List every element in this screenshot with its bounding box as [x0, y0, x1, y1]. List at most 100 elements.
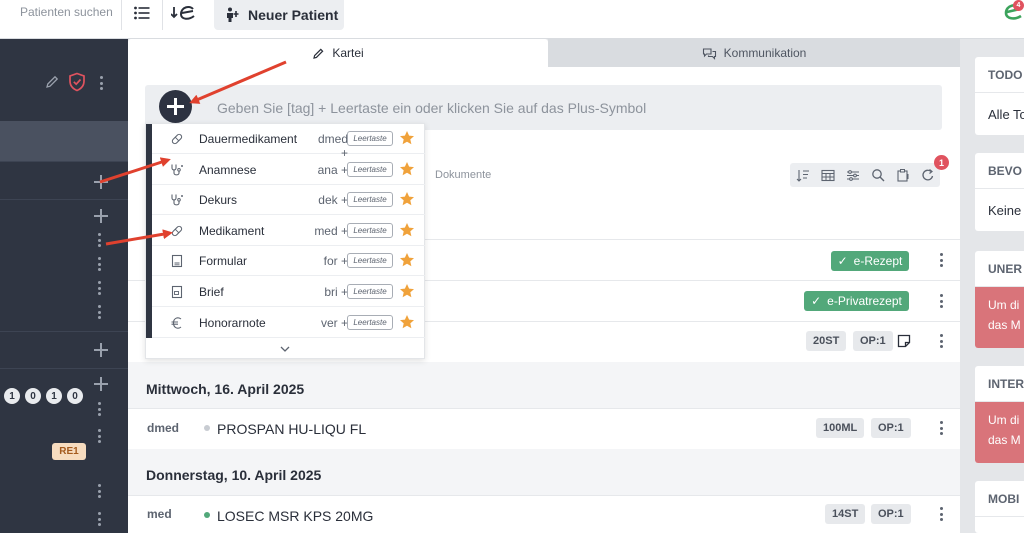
card-title: INTER [975, 366, 1024, 402]
uner-card[interactable]: UNER Um di das M [975, 251, 1024, 348]
list-icon[interactable] [128, 2, 156, 24]
dropdown-item-label: Brief [199, 285, 224, 299]
shield-check-icon[interactable] [68, 72, 86, 92]
card-alert: Um di das M [975, 402, 1024, 463]
status-dot [204, 425, 210, 431]
dropdown-item-shortcut: ana + [317, 162, 348, 177]
add-entry-button[interactable] [159, 90, 192, 123]
card-title: BEVO [975, 153, 1024, 189]
dropdown-item-dauermedikament[interactable]: Dauermedikament dmed + Leertaste [152, 124, 425, 160]
tab-label: Kommunikation [723, 46, 807, 60]
card-title: UNER [975, 251, 1024, 287]
favorite-star-icon[interactable] [399, 314, 415, 330]
divider [121, 0, 122, 30]
tab-kartei[interactable]: Kartei [128, 39, 548, 67]
more-menu-icon[interactable] [98, 257, 102, 271]
documents-label[interactable]: Dokumente [435, 169, 491, 181]
quantity-tag: 14ST [825, 504, 866, 524]
alert-text: das M [988, 433, 1021, 447]
spacebar-key-badge: Leertaste [347, 131, 393, 146]
favorite-star-icon[interactable] [399, 283, 415, 299]
filter-icon[interactable] [840, 163, 865, 187]
status-number: 0 [25, 388, 41, 404]
spacebar-key-badge: Leertaste [347, 222, 393, 238]
dropdown-item-label: Formular [199, 254, 248, 269]
more-menu-icon[interactable] [98, 305, 102, 319]
search-icon[interactable] [865, 163, 890, 187]
dropdown-item-shortcut: ver + [320, 315, 348, 330]
new-patient-button[interactable]: Neuer Patient [214, 0, 344, 30]
pencil-icon [313, 48, 324, 59]
dropdown-item-honorarnote[interactable]: Honorarnote ver + Leertaste [152, 308, 425, 338]
more-menu-icon[interactable] [98, 402, 102, 416]
dropdown-item-label: Honorarnote [199, 315, 266, 330]
add-icon[interactable] [94, 209, 108, 223]
note-icon[interactable] [897, 334, 911, 348]
divider [128, 495, 960, 496]
todo-card[interactable]: TODO Alle To [975, 57, 1024, 135]
patient-search-input[interactable]: Patienten suchen [20, 5, 113, 19]
favorite-star-icon[interactable] [399, 130, 415, 146]
more-menu-icon[interactable] [100, 76, 104, 90]
divider [0, 368, 128, 369]
favorite-star-icon[interactable] [399, 161, 415, 177]
check-icon: ✓ [837, 254, 848, 268]
add-icon[interactable] [94, 343, 108, 357]
tag-input-placeholder: Geben Sie [tag] + Leertaste ein oder kli… [217, 100, 647, 116]
entry-name[interactable]: LOSEC MSR KPS 20MG [217, 508, 373, 524]
chevron-down-icon[interactable] [278, 341, 292, 352]
dropdown-item-shortcut: for + [323, 254, 348, 269]
new-patient-label: Neuer Patient [248, 7, 339, 23]
more-menu-icon[interactable] [939, 334, 943, 348]
tab-kommunikation[interactable]: Kommunikation [548, 39, 960, 67]
sidebar-selected-item[interactable] [0, 121, 128, 161]
add-person-icon [227, 7, 239, 22]
import-e-icon[interactable] [170, 2, 198, 24]
favorite-star-icon[interactable] [399, 222, 415, 238]
card-title: TODO [975, 57, 1024, 93]
entry-name[interactable]: PROSPAN HU-LIQU FL [217, 421, 366, 437]
mobi-card[interactable]: MOBI [975, 481, 1024, 533]
dropdown-item-label: Dekurs [199, 193, 238, 208]
more-menu-icon[interactable] [98, 512, 102, 526]
entry-toolbar [790, 163, 940, 187]
more-menu-icon[interactable] [939, 421, 943, 435]
dropdown-item-label: Medikament [199, 223, 265, 238]
euro-icon [170, 316, 184, 330]
inter-card[interactable]: INTER Um di das M [975, 366, 1024, 463]
status-number: 1 [46, 388, 62, 404]
alert-text: Um di [988, 298, 1020, 312]
more-menu-icon[interactable] [98, 281, 102, 295]
more-menu-icon[interactable] [98, 484, 102, 498]
entry-code: med [147, 507, 172, 521]
stethoscope-icon [170, 193, 184, 207]
dropdown-item-brief[interactable]: Brief bri + Leertaste [152, 277, 425, 307]
divider [0, 199, 128, 200]
alert-text: das M [988, 318, 1021, 332]
dropdown-item-formular[interactable]: Formular for + Leertaste [152, 246, 425, 277]
bevo-card[interactable]: BEVO Keine [975, 153, 1024, 231]
more-menu-icon[interactable] [939, 507, 943, 521]
clipboard-icon[interactable] [890, 163, 915, 187]
favorite-star-icon[interactable] [399, 252, 415, 268]
e-privatrezept-button[interactable]: ✓ e-Privatrezept [804, 291, 909, 311]
sort-icon[interactable] [790, 163, 815, 187]
more-menu-icon[interactable] [98, 233, 102, 247]
dropdown-item-anamnese[interactable]: Anamnese ana + Leertaste [152, 155, 425, 185]
spacebar-key-badge: Leertaste [347, 284, 393, 299]
notification-badge: 4 [1013, 0, 1024, 11]
more-menu-icon[interactable] [939, 294, 943, 308]
spacebar-key-badge: Leertaste [347, 161, 393, 177]
e-rezept-button[interactable]: ✓ e-Rezept [831, 251, 909, 271]
favorite-star-icon[interactable] [399, 191, 415, 207]
add-icon[interactable] [94, 377, 108, 391]
entry-code: dmed [147, 421, 180, 435]
table-icon[interactable] [815, 163, 840, 187]
add-icon[interactable] [94, 175, 108, 189]
more-menu-icon[interactable] [98, 429, 102, 443]
more-menu-icon[interactable] [939, 253, 943, 267]
pencil-icon[interactable] [44, 74, 60, 90]
dropdown-item-dekurs[interactable]: Dekurs dek + Leertaste [152, 185, 425, 216]
dropdown-item-shortcut: dek + [318, 193, 348, 208]
dropdown-item-medikament[interactable]: Medikament med + Leertaste [152, 216, 425, 246]
